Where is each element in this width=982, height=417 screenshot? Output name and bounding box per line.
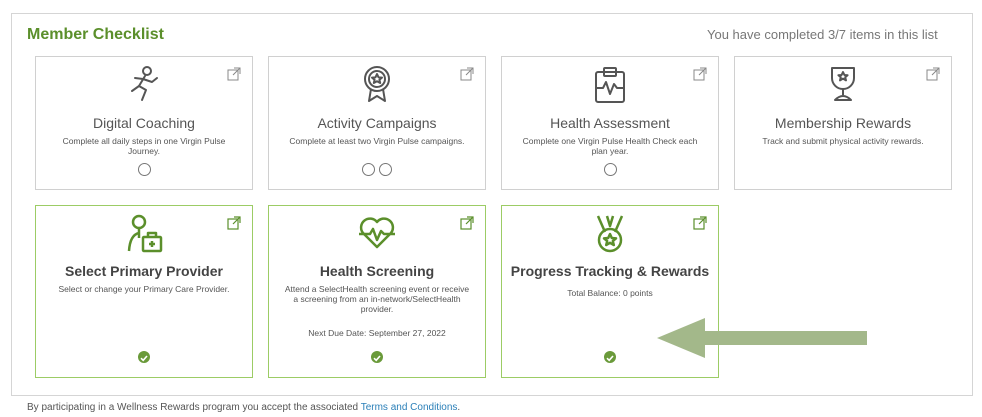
card-select-primary-provider[interactable]: Select Primary Provider Select or change… — [35, 205, 253, 378]
card-description: Complete at least two Virgin Pulse campa… — [289, 136, 465, 146]
open-external-icon[interactable] — [460, 216, 474, 230]
completed-check-icon — [138, 351, 150, 363]
clipboard-heartbeat-icon — [595, 67, 625, 103]
completed-check-icon — [371, 351, 383, 363]
progress-circle — [379, 163, 392, 176]
card-description: Total Balance: 0 points — [567, 288, 653, 298]
card-health-assessment[interactable]: Health Assessment Complete one Virgin Pu… — [501, 56, 719, 190]
open-external-icon[interactable] — [926, 67, 940, 81]
completed-check-icon — [604, 351, 616, 363]
card-title: Health Screening — [319, 263, 435, 279]
open-external-icon[interactable] — [693, 67, 707, 81]
card-digital-coaching[interactable]: Digital Coaching Complete all daily step… — [35, 56, 253, 190]
open-external-icon[interactable] — [227, 216, 241, 230]
footer-disclaimer: By participating in a Wellness Rewards p… — [27, 402, 460, 413]
trophy-icon — [831, 67, 855, 101]
card-description: Complete all daily steps in one Virgin P… — [62, 136, 226, 156]
card-title: Health Assessment — [550, 115, 670, 131]
progress-circle — [362, 163, 375, 176]
open-external-icon[interactable] — [693, 216, 707, 230]
card-title: Progress Tracking & Rewards — [510, 263, 710, 279]
card-description: Select or change your Primary Care Provi… — [58, 284, 230, 294]
progress-circles — [269, 163, 485, 181]
card-title: Digital Coaching — [93, 115, 195, 131]
open-external-icon[interactable] — [227, 67, 241, 81]
progress-circles — [502, 163, 718, 181]
heart-pulse-icon — [359, 217, 395, 249]
card-title: Select Primary Provider — [65, 263, 223, 279]
pointer-arrow-icon — [657, 318, 867, 358]
card-membership-rewards[interactable]: Membership Rewards Track and submit phys… — [734, 56, 952, 190]
running-person-icon — [131, 66, 158, 101]
card-description: Track and submit physical activity rewar… — [762, 136, 924, 146]
card-description: Complete one Virgin Pulse Health Check e… — [522, 136, 698, 156]
card-title: Activity Campaigns — [317, 115, 437, 131]
footer-text: By participating in a Wellness Rewards p… — [27, 402, 361, 413]
card-activity-campaigns[interactable]: Activity Campaigns Complete at least two… — [268, 56, 486, 190]
card-description: Attend a SelectHealth screening event or… — [284, 284, 470, 314]
progress-circle — [603, 163, 617, 176]
ribbon-medal-icon — [596, 215, 624, 253]
terms-link[interactable]: Terms and Conditions — [361, 402, 458, 413]
card-health-screening[interactable]: Health Screening Attend a SelectHealth s… — [268, 205, 486, 378]
open-external-icon[interactable] — [460, 67, 474, 81]
next-due-date: Next Due Date: September 27, 2022 — [308, 328, 446, 338]
progress-circles — [36, 163, 252, 181]
doctor-bag-icon — [127, 214, 163, 253]
medal-icon — [364, 66, 390, 102]
page-title: Member Checklist — [27, 26, 164, 43]
completion-status: You have completed 3/7 items in this lis… — [707, 27, 938, 42]
card-title: Membership Rewards — [774, 115, 912, 131]
progress-circle — [137, 163, 151, 176]
footer-end: . — [457, 402, 461, 413]
